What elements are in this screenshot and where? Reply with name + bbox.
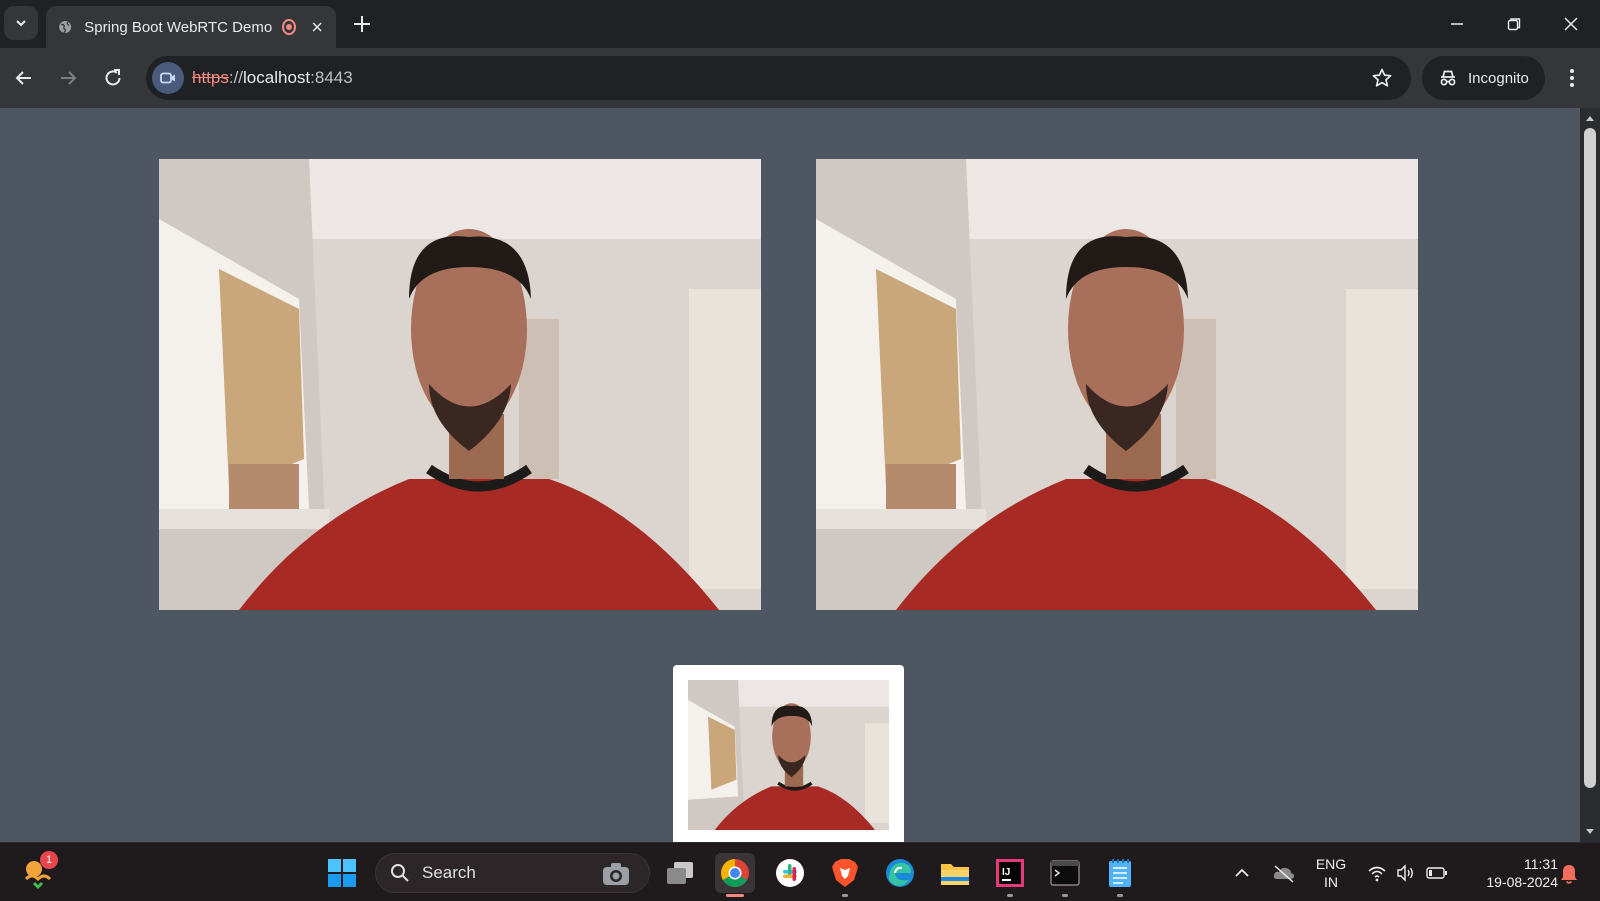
restore-button[interactable] — [1500, 10, 1528, 38]
running-app-indicator — [1117, 894, 1123, 897]
webcam-frame-image — [816, 159, 1418, 610]
task-view-button[interactable] — [660, 853, 700, 893]
edge-icon — [886, 859, 914, 887]
site-info-button[interactable] — [152, 62, 184, 94]
running-app-indicator — [1062, 894, 1068, 897]
minimize-icon — [1451, 23, 1463, 25]
input-language[interactable]: ENG IN — [1314, 855, 1348, 891]
clock-date: 19-08-2024 — [1486, 874, 1558, 890]
language-code: ENG — [1315, 856, 1347, 872]
tab-strip: Spring Boot WebRTC Demo — [0, 0, 1600, 48]
search-placeholder: Search — [422, 863, 476, 882]
brave-icon — [832, 859, 858, 887]
new-tab-icon[interactable] — [350, 12, 374, 36]
minimize-button[interactable] — [1443, 10, 1471, 38]
terminal-icon — [1050, 860, 1080, 886]
chevron-up-icon[interactable] — [1232, 863, 1252, 883]
incognito-label: Incognito — [1468, 69, 1529, 87]
more-menu-icon[interactable] — [1560, 66, 1584, 90]
camera-in-use-icon — [160, 72, 175, 84]
region-code: IN — [1324, 874, 1338, 890]
tab-search-button[interactable] — [4, 6, 38, 40]
wifi-icon[interactable] — [1367, 863, 1387, 883]
scroll-down-arrow-icon[interactable] — [1585, 827, 1595, 837]
notepad-taskbar-button[interactable] — [1100, 853, 1140, 897]
edge-taskbar-button[interactable] — [880, 853, 920, 893]
chrome-taskbar-button[interactable] — [715, 853, 755, 897]
active-app-indicator — [726, 894, 744, 897]
terminal-taskbar-button[interactable] — [1045, 853, 1085, 897]
chevron-down-icon — [16, 20, 26, 27]
widgets-button[interactable]: 1 — [18, 851, 58, 893]
chrome-icon — [721, 859, 749, 887]
slack-icon — [776, 859, 804, 887]
url-scheme: https — [192, 68, 229, 87]
running-app-indicator — [842, 894, 848, 897]
scroll-thumb[interactable] — [1584, 128, 1596, 788]
running-app-indicator — [1007, 894, 1013, 897]
volume-icon[interactable] — [1395, 863, 1415, 883]
onedrive-offline-icon[interactable] — [1272, 863, 1296, 883]
start-button[interactable] — [322, 853, 362, 893]
notification-bell-icon[interactable] — [1558, 863, 1580, 885]
clock[interactable]: 11:31 19-08-2024 — [1462, 855, 1558, 891]
forward-arrow-icon[interactable] — [56, 66, 80, 90]
page-viewport — [0, 108, 1580, 842]
slack-taskbar-button[interactable] — [770, 853, 810, 893]
local-video[interactable] — [688, 680, 889, 830]
notepad-icon — [1109, 859, 1131, 887]
bookmark-star-icon[interactable] — [1371, 67, 1393, 89]
battery-icon[interactable] — [1425, 863, 1449, 883]
address-bar[interactable]: https://localhost:8443 — [146, 56, 1411, 100]
page-scrollbar[interactable] — [1580, 108, 1600, 842]
incognito-profile-button[interactable]: Incognito — [1422, 56, 1545, 100]
file-explorer-taskbar-button[interactable] — [935, 853, 975, 893]
restore-icon — [1507, 18, 1521, 31]
intellij-taskbar-button[interactable]: IJ — [990, 853, 1030, 897]
intellij-icon: IJ — [996, 859, 1024, 887]
windows-logo-icon — [328, 859, 356, 887]
webcam-frame-image — [688, 680, 889, 830]
notification-badge: 1 — [40, 851, 58, 869]
remote-video-1[interactable] — [159, 159, 761, 610]
local-video-frame — [673, 665, 904, 842]
globe-icon — [59, 21, 72, 34]
clock-time: 11:31 — [1524, 856, 1558, 872]
windows-taskbar: 1 Search IJ ENG IN 11:31 19-08-2024 — [0, 842, 1600, 901]
svg-text:IJ: IJ — [1002, 867, 1010, 878]
brave-taskbar-button[interactable] — [825, 853, 865, 897]
url-port: :8443 — [310, 68, 353, 87]
reload-icon[interactable] — [101, 66, 125, 90]
close-tab-icon[interactable] — [310, 18, 324, 36]
taskbar-search[interactable]: Search — [375, 853, 650, 893]
url-text: https://localhost:8443 — [192, 68, 353, 88]
url-host: localhost — [243, 68, 311, 87]
browser-toolbar: https://localhost:8443 Incognito — [0, 48, 1600, 108]
browser-tab[interactable]: Spring Boot WebRTC Demo — [46, 6, 336, 48]
folder-icon — [941, 864, 969, 885]
webcam-frame-image — [159, 159, 761, 610]
remote-video-2[interactable] — [816, 159, 1418, 610]
camera-search-icon — [603, 863, 629, 885]
back-arrow-icon[interactable] — [12, 66, 36, 90]
recording-icon — [282, 19, 296, 35]
task-view-icon — [667, 862, 693, 884]
close-icon — [1564, 17, 1578, 31]
close-window-button[interactable] — [1557, 10, 1585, 38]
scroll-up-arrow-icon[interactable] — [1585, 113, 1595, 123]
tab-title: Spring Boot WebRTC Demo — [84, 18, 273, 36]
incognito-icon — [1440, 70, 1456, 86]
search-icon — [391, 864, 409, 882]
url-separator: :// — [228, 68, 244, 87]
